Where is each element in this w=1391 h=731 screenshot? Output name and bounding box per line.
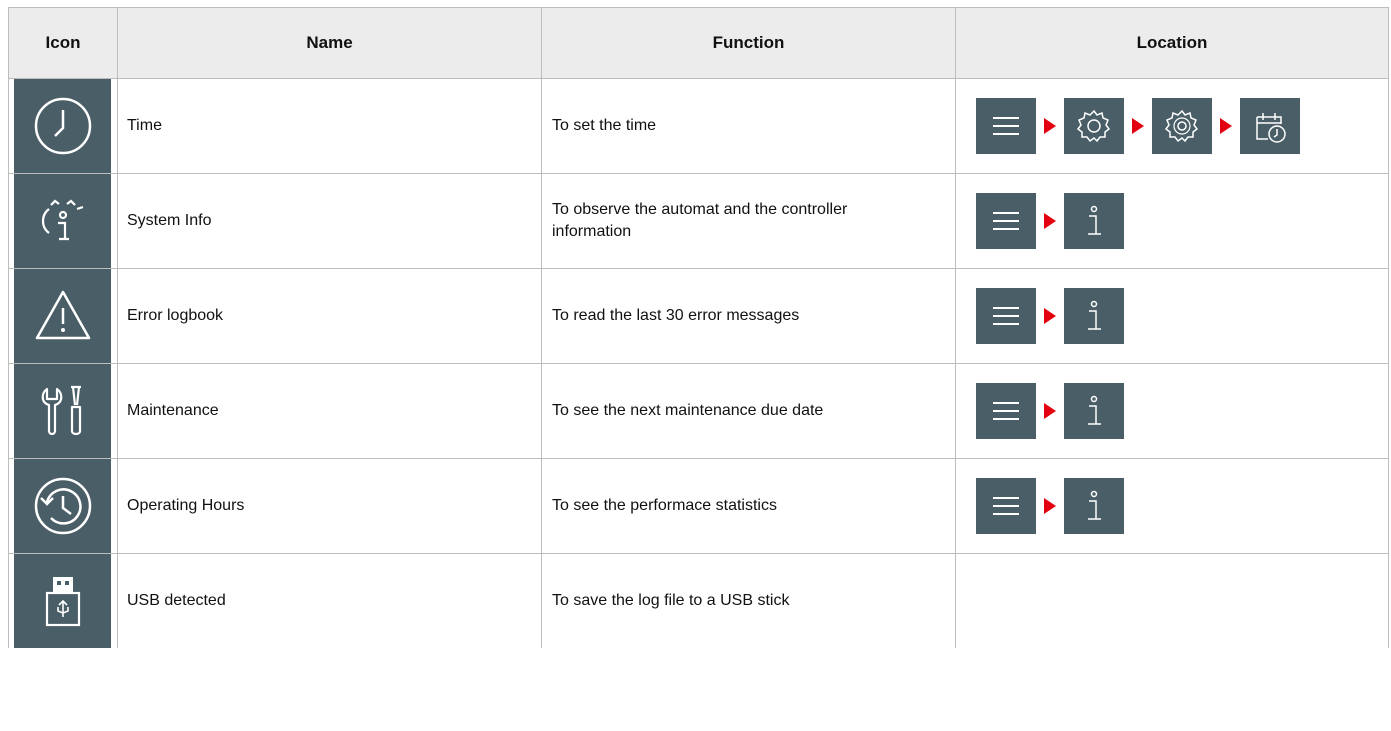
- menu-icon: [976, 98, 1036, 154]
- row-function: To save the log file to a USB stick: [541, 553, 956, 648]
- icon-reference-table: Icon Name Function Location Time To set …: [8, 7, 1389, 648]
- system-info-icon: [14, 174, 111, 268]
- location-path: [956, 478, 1388, 534]
- arrow-icon: [1044, 498, 1056, 514]
- table-row: Error logbook To read the last 30 error …: [8, 268, 1389, 364]
- table-row: Operating Hours To see the performace st…: [8, 458, 1389, 554]
- arrow-icon: [1044, 308, 1056, 324]
- location-path: [956, 193, 1388, 249]
- usb-stick-icon: [14, 554, 111, 648]
- history-icon: [14, 459, 111, 553]
- header-location: Location: [955, 7, 1389, 79]
- arrow-icon: [1044, 403, 1056, 419]
- row-name: Error logbook: [117, 268, 542, 364]
- arrow-icon: [1220, 118, 1232, 134]
- calendar-clock-icon: [1240, 98, 1300, 154]
- info-icon: [1064, 193, 1124, 249]
- location-path: [956, 288, 1388, 344]
- menu-icon: [976, 478, 1036, 534]
- row-name: Operating Hours: [117, 458, 542, 554]
- menu-icon: [976, 193, 1036, 249]
- row-name: USB detected: [117, 553, 542, 648]
- row-function: To read the last 30 error messages: [541, 268, 956, 364]
- menu-icon: [976, 383, 1036, 439]
- table-row: USB detected To save the log file to a U…: [8, 553, 1389, 648]
- info-icon: [1064, 288, 1124, 344]
- row-function: To observe the automat and the controlle…: [541, 173, 956, 269]
- info-icon: [1064, 478, 1124, 534]
- arrow-icon: [1044, 118, 1056, 134]
- table-row: Time To set the time: [8, 78, 1389, 174]
- arrow-icon: [1132, 118, 1144, 134]
- info-icon: [1064, 383, 1124, 439]
- arrow-icon: [1044, 213, 1056, 229]
- header-row: Icon Name Function Location: [8, 7, 1389, 79]
- gear-icon: [1064, 98, 1124, 154]
- clock-icon: [14, 79, 111, 173]
- warning-icon: [14, 269, 111, 363]
- header-name: Name: [117, 7, 542, 79]
- header-icon: Icon: [8, 7, 118, 79]
- table-row: Maintenance To see the next maintenance …: [8, 363, 1389, 459]
- tools-icon: [14, 364, 111, 458]
- gears-icon: [1152, 98, 1212, 154]
- location-path: [956, 98, 1388, 154]
- row-function: To see the next maintenance due date: [541, 363, 956, 459]
- row-name: Maintenance: [117, 363, 542, 459]
- menu-icon: [976, 288, 1036, 344]
- row-name: Time: [117, 78, 542, 174]
- location-empty: [955, 553, 1389, 648]
- row-function: To set the time: [541, 78, 956, 174]
- table-row: System Info To observe the automat and t…: [8, 173, 1389, 269]
- location-path: [956, 383, 1388, 439]
- row-name: System Info: [117, 173, 542, 269]
- row-function: To see the performace statistics: [541, 458, 956, 554]
- header-function: Function: [541, 7, 956, 79]
